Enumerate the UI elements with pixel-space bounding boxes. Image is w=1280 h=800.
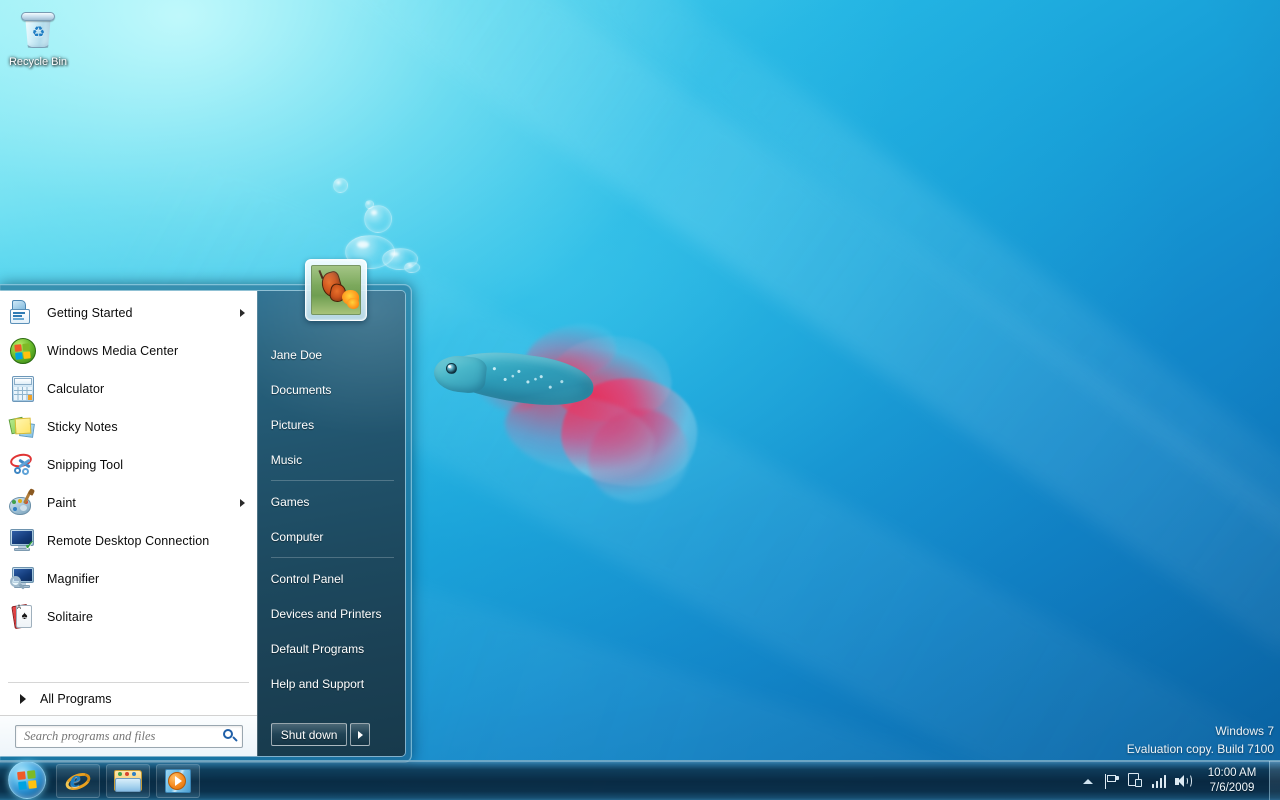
internet-explorer-icon: e — [63, 768, 93, 794]
start-menu-item-label: Snipping Tool — [47, 458, 124, 472]
start-menu-item-snipping-tool[interactable]: Snipping Tool — [0, 446, 257, 484]
wallpaper-light-ray — [482, 0, 1280, 622]
desktop[interactable]: ♻ Recycle Bin Windows 7 Evaluation copy.… — [0, 0, 1280, 800]
all-programs-label: All Programs — [40, 692, 112, 706]
clock-date: 7/6/2009 — [1209, 782, 1255, 794]
start-menu-item-label: Windows Media Center — [47, 344, 179, 358]
shut-down-button[interactable]: Shut down — [270, 723, 348, 746]
signal-bars-icon[interactable] — [1147, 764, 1171, 798]
start-menu-place-devices-and-printers[interactable]: Devices and Printers — [258, 596, 405, 631]
desktop-icon-recycle-bin[interactable]: ♻ Recycle Bin — [6, 6, 70, 69]
recycle-bin-icon: ♻ — [15, 8, 61, 54]
action-center-flag-icon[interactable] — [1099, 764, 1123, 798]
windows-media-player-icon — [165, 768, 191, 793]
show-hidden-icons-button[interactable] — [1077, 764, 1099, 798]
user-avatar — [311, 265, 361, 315]
watermark-line-1: Windows 7 — [1215, 724, 1274, 738]
windows-logo-icon — [8, 761, 46, 799]
snipping-tool-icon — [8, 451, 37, 479]
pinned-programs-list: Getting Started Windows Media Center Cal… — [0, 291, 257, 679]
windows-media-center-icon — [9, 337, 37, 365]
start-menu-place-games[interactable]: Games — [258, 484, 405, 519]
remote-desktop-icon: ✓ — [9, 527, 37, 555]
windows-watermark: Windows 7 Evaluation copy. Build 7100 — [1127, 722, 1274, 758]
sticky-notes-icon — [8, 413, 37, 441]
all-programs-button[interactable]: All Programs — [0, 683, 257, 715]
submenu-arrow-icon[interactable] — [239, 309, 245, 317]
start-menu-place-computer[interactable]: Computer — [258, 519, 405, 554]
taskbar-clock[interactable]: 10:00 AM 7/6/2009 — [1195, 761, 1269, 800]
bubble-decoration — [364, 205, 392, 233]
start-menu-item-sticky-notes[interactable]: Sticky Notes — [0, 408, 257, 446]
start-menu-place-documents[interactable]: Documents — [258, 372, 405, 407]
bubble-decoration — [404, 262, 420, 273]
start-menu-item-paint[interactable]: Paint — [0, 484, 257, 522]
start-menu-place-pictures[interactable]: Pictures — [258, 407, 405, 442]
start-menu-item-remote-desktop-connection[interactable]: ✓ Remote Desktop Connection — [0, 522, 257, 560]
paint-icon — [9, 488, 37, 517]
betta-fish-wallpaper-art — [432, 314, 704, 517]
start-menu-item-solitaire[interactable]: ♠ A Solitaire — [0, 598, 257, 636]
start-button[interactable] — [3, 760, 51, 800]
taskbar-item-windows-explorer[interactable] — [106, 763, 150, 798]
start-menu-item-label: Paint — [47, 496, 76, 510]
shut-down-label: Shut down — [280, 727, 338, 742]
taskbar-pinned-items: e — [56, 763, 200, 798]
shutdown-row: Shut down — [258, 723, 405, 756]
start-menu-item-label: Sticky Notes — [47, 420, 118, 434]
start-menu-place-default-programs[interactable]: Default Programs — [258, 631, 405, 666]
taskbar-item-windows-media-player[interactable] — [156, 763, 200, 798]
start-menu-item-windows-media-center[interactable]: Windows Media Center — [0, 332, 257, 370]
start-menu-place-music[interactable]: Music — [258, 442, 405, 477]
watermark-line-2: Evaluation copy. Build 7100 — [1126, 742, 1274, 756]
start-menu-right-pane: Jane Doe Documents Pictures Music Games … — [256, 291, 405, 756]
magnifier-icon — [9, 565, 37, 593]
wallpaper-light-ray — [261, 0, 1280, 656]
user-picture-tile[interactable] — [305, 259, 367, 321]
desktop-icon-label: Recycle Bin — [8, 56, 68, 68]
getting-started-icon — [9, 299, 37, 327]
shut-down-options-button[interactable] — [350, 723, 371, 746]
start-menu-left-pane: Getting Started Windows Media Center Cal… — [0, 291, 257, 756]
start-menu-place-control-panel[interactable]: Control Panel — [258, 561, 405, 596]
solitaire-icon: ♠ A — [9, 603, 37, 631]
start-menu-item-calculator[interactable]: Calculator — [0, 370, 257, 408]
start-menu-item-label: Magnifier — [47, 572, 100, 586]
start-menu-item-label: Getting Started — [47, 306, 133, 320]
divider — [270, 480, 394, 481]
start-menu-item-label: Calculator — [47, 382, 105, 396]
bubble-decoration — [333, 178, 348, 193]
start-menu-place-help-and-support[interactable]: Help and Support — [258, 666, 405, 701]
submenu-arrow-icon[interactable] — [239, 499, 245, 507]
start-menu-item-getting-started[interactable]: Getting Started — [0, 294, 257, 332]
system-tray: 10:00 AM 7/6/2009 — [1077, 761, 1280, 800]
chevron-right-icon — [20, 694, 26, 704]
start-menu[interactable]: Getting Started Windows Media Center Cal… — [0, 284, 412, 763]
start-menu-item-label: Remote Desktop Connection — [47, 534, 210, 548]
network-device-icon[interactable] — [1123, 764, 1147, 798]
start-menu-item-magnifier[interactable]: Magnifier — [0, 560, 257, 598]
search-input[interactable] — [24, 728, 222, 744]
search-icon[interactable] — [222, 728, 238, 744]
start-menu-place-user[interactable]: Jane Doe — [258, 337, 405, 372]
search-box[interactable] — [15, 724, 243, 748]
taskbar[interactable]: e 10:00 AM 7/6/2009 — [0, 760, 1280, 800]
divider — [270, 557, 394, 558]
show-desktop-button[interactable] — [1269, 761, 1280, 800]
clock-time: 10:00 AM — [1207, 767, 1257, 779]
search-area — [0, 715, 257, 756]
folder-icon — [114, 769, 142, 793]
start-menu-item-label: Solitaire — [47, 610, 94, 624]
chevron-up-icon — [1083, 778, 1093, 784]
volume-icon[interactable] — [1171, 764, 1195, 798]
taskbar-item-internet-explorer[interactable]: e — [56, 763, 100, 798]
calculator-icon — [9, 375, 37, 403]
chevron-right-icon — [357, 730, 363, 739]
